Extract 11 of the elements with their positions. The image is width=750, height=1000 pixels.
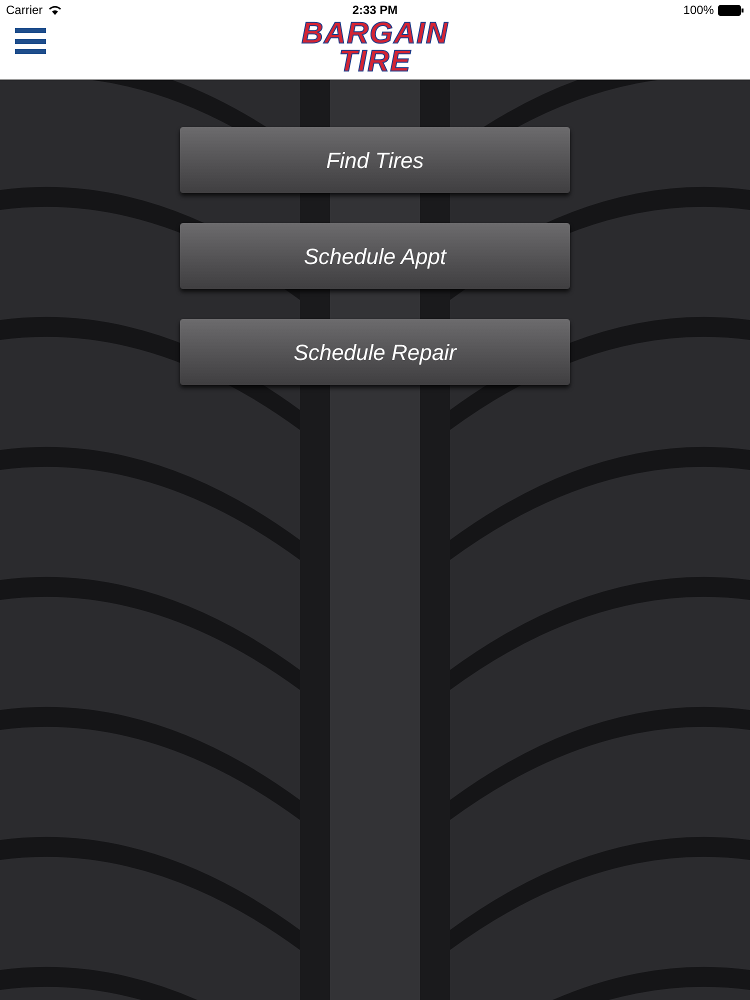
menu-button[interactable]: Schedule Appt [180, 223, 570, 289]
carrier-label: Carrier [6, 2, 43, 19]
wifi-icon [48, 5, 62, 15]
status-time: 2:33 PM [352, 2, 398, 19]
menu-button[interactable]: Schedule Repair [180, 319, 570, 385]
battery-icon [718, 4, 744, 16]
menu-button[interactable]: Find Tires [180, 127, 570, 193]
logo-text: TIRE [338, 48, 412, 76]
logo-text: BARGAIN [302, 20, 448, 48]
battery-percent: 100% [683, 2, 714, 19]
menu-icon[interactable] [15, 28, 46, 54]
